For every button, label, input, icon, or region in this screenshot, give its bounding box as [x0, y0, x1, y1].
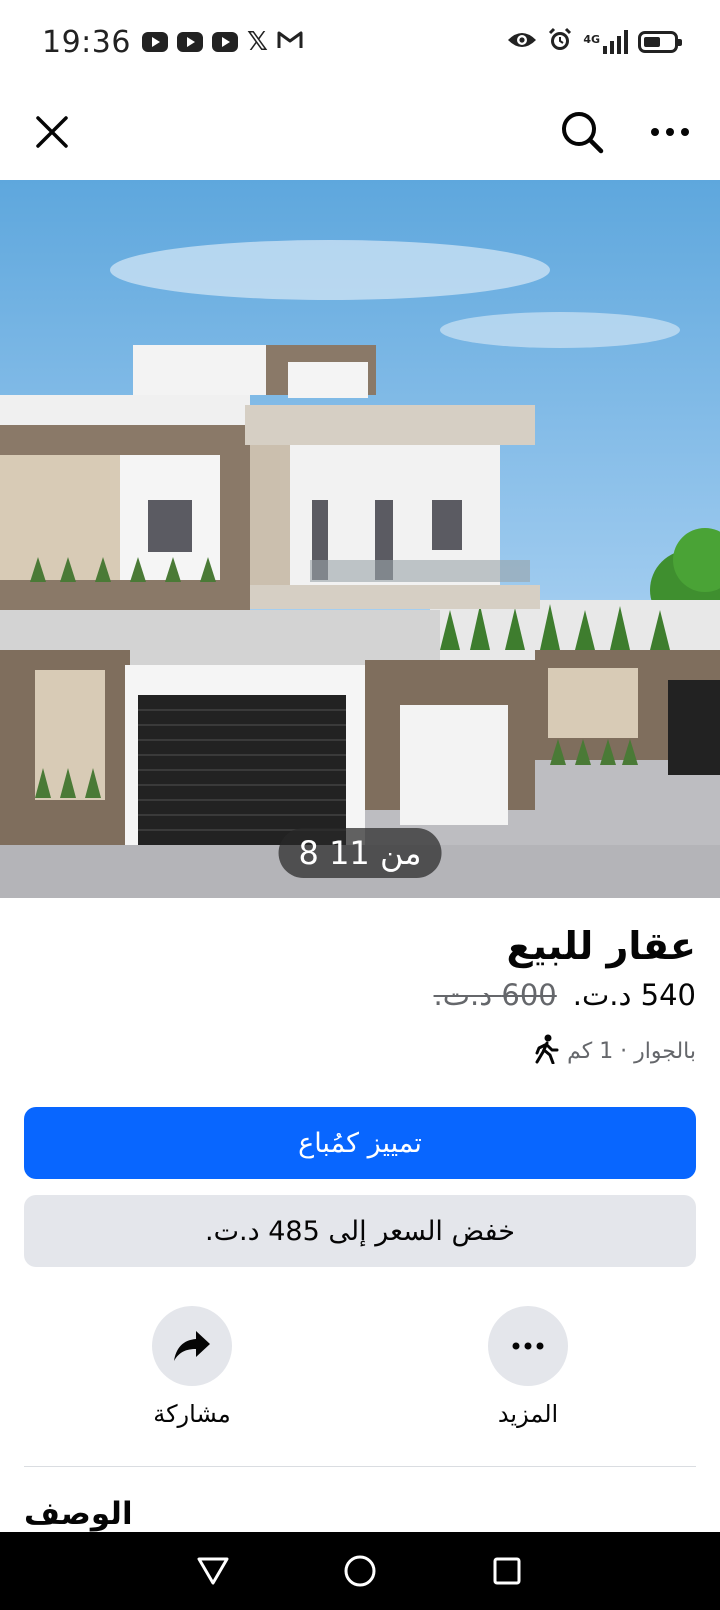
price-old: 600 د.ت.: [433, 977, 557, 1012]
status-time: 19:36: [42, 24, 131, 60]
more-action[interactable]: المزيد: [448, 1306, 608, 1428]
screen: 19:36 𝕏 4G 8 من 11 عقار للبيع 540 د.ت. 6…: [0, 0, 720, 1610]
action-row: مشاركة المزيد: [0, 1306, 720, 1446]
back-icon[interactable]: [183, 1541, 243, 1601]
location-row: بالجوار · 1 كم: [24, 1034, 696, 1070]
status-bar: 19:36 𝕏 4G: [0, 0, 720, 84]
youtube-icon: [211, 32, 238, 52]
location-text: بالجوار · 1 كم: [567, 1039, 696, 1065]
youtube-icon: [176, 32, 203, 52]
walking-icon: [533, 1034, 559, 1070]
alarm-icon: [547, 27, 573, 57]
listing-info: عقار للبيع 540 د.ت. 600 د.ت. بالجوار · 1…: [24, 898, 696, 1070]
more-label: المزيد: [497, 1400, 559, 1428]
top-nav-actions: [554, 104, 698, 160]
search-icon[interactable]: [554, 104, 610, 160]
network-type: 4G: [583, 33, 600, 46]
listing-photo[interactable]: 8 من 11: [0, 180, 720, 898]
system-nav-bar: [0, 1532, 720, 1610]
recents-icon[interactable]: [477, 1541, 537, 1601]
close-icon[interactable]: [24, 104, 80, 160]
price-row: 540 د.ت. 600 د.ت.: [24, 978, 696, 1012]
more-icon[interactable]: [488, 1306, 568, 1386]
share-action[interactable]: مشاركة: [112, 1306, 272, 1428]
mark-as-sold-button[interactable]: تمييز كمُباع: [24, 1107, 696, 1179]
gmail-icon: [277, 30, 303, 54]
signal-icon: 4G: [583, 30, 628, 54]
top-nav: [0, 84, 720, 180]
divider: [24, 1466, 696, 1467]
price-current: 540 د.ت.: [572, 977, 696, 1012]
reduce-price-button[interactable]: خفض السعر إلى 485 د.ت.: [24, 1195, 696, 1267]
status-right: 4G: [507, 27, 682, 57]
youtube-icon: [141, 32, 168, 52]
share-icon[interactable]: [152, 1306, 232, 1386]
listing-title: عقار للبيع: [506, 924, 696, 968]
home-icon[interactable]: [330, 1541, 390, 1601]
more-horizontal-icon[interactable]: [642, 104, 698, 160]
eye-icon: [507, 30, 537, 54]
description-heading: الوصف: [24, 1496, 133, 1532]
house-image: [0, 240, 720, 898]
status-left: 19:36 𝕏: [42, 25, 303, 60]
share-label: مشاركة: [153, 1400, 231, 1428]
photo-counter: 8 من 11: [278, 828, 442, 878]
battery-icon: [638, 31, 682, 53]
x-icon: 𝕏: [246, 27, 268, 57]
